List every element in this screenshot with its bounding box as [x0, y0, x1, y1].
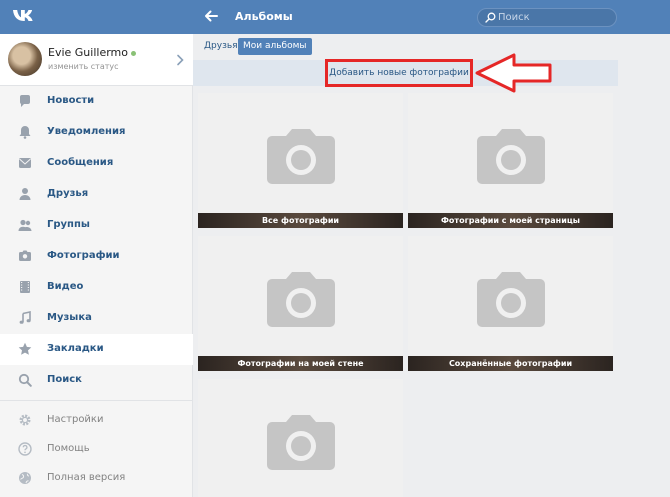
sidebar-item-label: Друзья [47, 188, 89, 199]
sidebar-item-video[interactable]: Видео [0, 272, 193, 303]
help-icon [18, 442, 32, 456]
album-caption: Все фотографии [198, 213, 403, 228]
sidebar-item-groups[interactable]: Группы [0, 210, 193, 241]
back-arrow-icon[interactable] [202, 7, 220, 25]
user-icon [19, 188, 31, 200]
camera-placeholder-icon [267, 272, 335, 327]
avatar[interactable] [8, 42, 42, 76]
search-box[interactable] [477, 8, 617, 27]
chevron-right-icon[interactable] [176, 54, 184, 66]
camera-placeholder-icon [267, 129, 335, 184]
camera-placeholder-icon [477, 272, 545, 327]
divider [0, 400, 193, 401]
camera-icon [19, 250, 31, 261]
sidebar-item-label: Фотографии [47, 250, 120, 261]
page-title: Альбомы [235, 10, 293, 23]
sidebar-item-messages[interactable]: Сообщения [0, 148, 193, 179]
red-arrow-annotation-icon [475, 53, 552, 93]
profile-name-row: Evie Guillermo [48, 46, 136, 59]
sidebar-item-label: Поиск [47, 374, 82, 385]
sidebar-item-notifications[interactable]: Уведомления [0, 117, 193, 148]
profile-name[interactable]: Evie Guillermo [48, 46, 128, 59]
sidebar-item-bookmarks[interactable]: Закладки [0, 334, 193, 365]
sidebar-menu: Новости Уведомления Сообщения Друзья Гру… [0, 86, 193, 492]
search-icon [18, 373, 32, 387]
album-caption: Сохранённые фотографии [408, 356, 613, 371]
sidebar: Evie Guillermo изменить статус Новости У… [0, 34, 193, 497]
film-icon [20, 281, 30, 293]
sidebar-item-news[interactable]: Новости [0, 86, 193, 117]
add-photos-button[interactable]: Добавить новые фотографии [325, 59, 473, 87]
globe-icon [19, 472, 31, 484]
group-icon [18, 219, 32, 231]
message-icon [19, 158, 31, 168]
sidebar-item-label: Полная версия [47, 472, 126, 483]
tab-my-albums[interactable]: Мои альбомы [238, 38, 312, 55]
camera-placeholder-icon [267, 415, 335, 470]
news-icon [19, 95, 30, 107]
album-caption: Фотографии на моей стене [198, 356, 403, 371]
music-icon [19, 311, 31, 324]
album-caption: Фотографии с моей страницы [408, 213, 613, 228]
camera-placeholder-icon [477, 129, 545, 184]
sidebar-item-help[interactable]: Помощь [0, 434, 193, 463]
sidebar-item-label: Закладки [47, 343, 104, 354]
sidebar-item-label: Музыка [47, 312, 92, 323]
album-card[interactable]: Все фотографии [198, 93, 403, 228]
search-icon [485, 12, 496, 23]
album-card[interactable] [198, 379, 403, 497]
sidebar-item-full-version[interactable]: Полная версия [0, 463, 193, 492]
sidebar-item-friends[interactable]: Друзья [0, 179, 193, 210]
profile-status[interactable]: изменить статус [48, 62, 119, 71]
album-card[interactable]: Фотографии на моей стене [198, 236, 403, 371]
sidebar-item-label: Видео [47, 281, 84, 292]
sidebar-item-photos[interactable]: Фотографии [0, 241, 193, 272]
album-card[interactable]: Фотографии с моей страницы [408, 93, 613, 228]
album-card[interactable]: Сохранённые фотографии [408, 236, 613, 371]
star-icon [18, 342, 32, 355]
sidebar-item-settings[interactable]: Настройки [0, 405, 193, 434]
vk-logo-icon[interactable] [11, 8, 37, 26]
sidebar-item-music[interactable]: Музыка [0, 303, 193, 334]
sidebar-item-label: Настройки [47, 414, 104, 425]
sidebar-item-label: Уведомления [47, 126, 126, 137]
sidebar-item-label: Помощь [47, 443, 90, 454]
search-input[interactable] [498, 10, 608, 25]
profile-card[interactable]: Evie Guillermo изменить статус [0, 34, 193, 86]
online-indicator-icon [131, 50, 136, 56]
sidebar-item-label: Группы [47, 219, 90, 230]
bell-icon [19, 126, 31, 139]
sidebar-item-label: Сообщения [47, 157, 114, 168]
gear-icon [19, 414, 31, 426]
top-bar: Альбомы [0, 0, 670, 34]
sidebar-item-search[interactable]: Поиск [0, 365, 193, 396]
tab-friends[interactable]: Друзья [199, 38, 243, 55]
sidebar-item-label: Новости [47, 95, 95, 106]
right-margin [618, 34, 670, 497]
